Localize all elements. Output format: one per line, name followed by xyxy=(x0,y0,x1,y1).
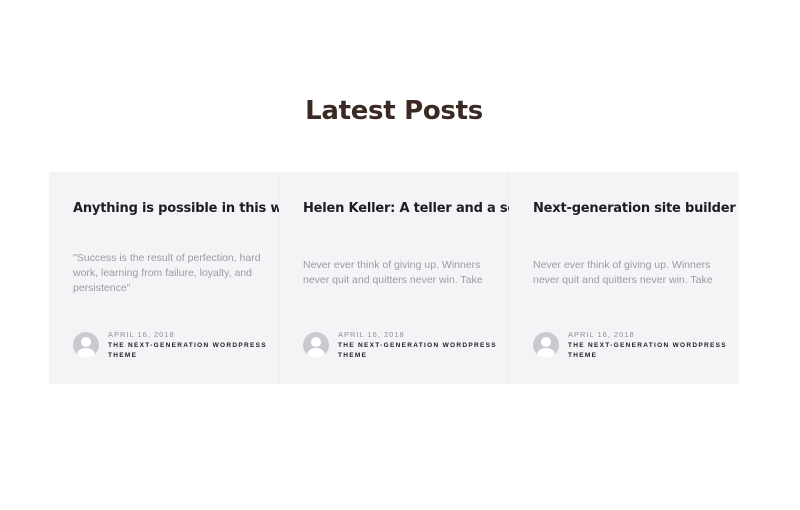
section-title: Latest Posts xyxy=(305,96,483,126)
post-author-link[interactable]: THE NEXT-GENERATION WORDPRESS THEME xyxy=(108,341,268,361)
post-excerpt: Never ever think of giving up. Winners n… xyxy=(533,259,713,286)
post-meta: APRIL 16, 2018 THE NEXT-GENERATION WORDP… xyxy=(303,330,498,361)
post-author-link[interactable]: THE NEXT-GENERATION WORDPRESS THEME xyxy=(568,341,728,361)
post-meta: APRIL 16, 2018 THE NEXT-GENERATION WORDP… xyxy=(533,330,728,361)
user-avatar-icon[interactable] xyxy=(73,332,99,358)
post-date: APRIL 16, 2018 xyxy=(338,330,405,339)
user-avatar-icon[interactable] xyxy=(303,332,329,358)
post-card[interactable]: Helen Keller: A teller and a seller Neve… xyxy=(279,172,540,384)
post-title-link[interactable]: Helen Keller: A teller and a seller xyxy=(303,200,540,218)
post-meta: APRIL 16, 2018 THE NEXT-GENERATION WORDP… xyxy=(73,330,268,361)
post-date: APRIL 16, 2018 xyxy=(108,330,175,339)
post-author-link[interactable]: THE NEXT-GENERATION WORDPRESS THEME xyxy=(338,341,498,361)
post-date: APRIL 16, 2018 xyxy=(568,330,635,339)
latest-posts-section: Latest Posts Anything is possible in thi… xyxy=(0,0,800,510)
user-avatar-icon[interactable] xyxy=(533,332,559,358)
post-card[interactable]: Anything is possible in this world! "Suc… xyxy=(49,172,316,384)
post-excerpt: Never ever think of giving up. Winners n… xyxy=(303,259,483,286)
post-card[interactable]: Next-generation site builder Never ever … xyxy=(509,172,739,384)
posts-grid: Anything is possible in this world! "Suc… xyxy=(49,172,739,384)
post-title-link[interactable]: Anything is possible in this world! xyxy=(73,200,316,218)
post-title-link[interactable]: Next-generation site builder xyxy=(533,200,736,218)
post-excerpt: "Success is the result of perfection, ha… xyxy=(73,252,261,294)
